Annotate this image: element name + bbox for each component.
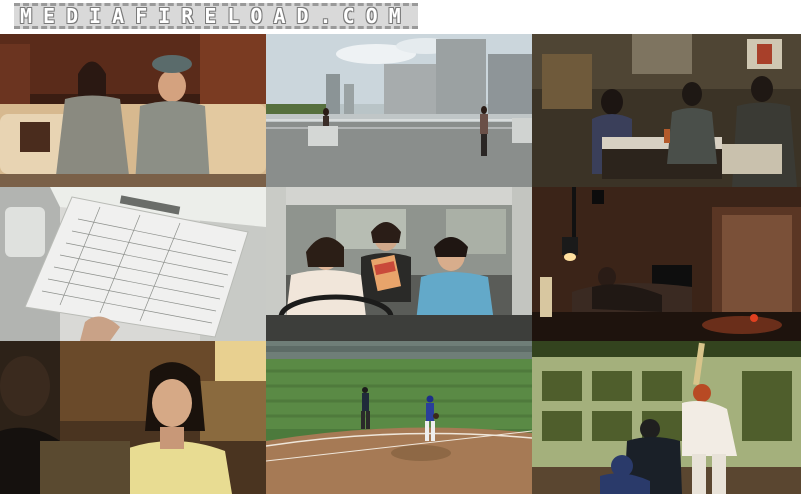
thumbnail-batter[interactable] [532,341,801,494]
watermark-box: MEDIAFIRELOAD.COM [14,3,418,29]
thumbnail-woman-portrait[interactable] [0,341,266,494]
thumbnail-baseball-field[interactable] [266,341,532,494]
thumbnail-car-interior[interactable] [266,187,532,341]
header-bar: MEDIAFIRELOAD.COM [0,0,801,34]
thumbnail-rooftop[interactable] [266,34,532,187]
watermark-logo: MEDIAFIRELOAD.COM [14,3,418,29]
thumbnail-restaurant[interactable] [532,34,801,187]
thumbnail-dark-room[interactable] [532,187,801,341]
thumbnail-grid [0,34,801,494]
watermark-text: MEDIAFIRELOAD.COM [20,4,412,28]
thumbnail-living-room[interactable] [0,34,266,187]
thumbnail-document[interactable] [0,187,266,341]
